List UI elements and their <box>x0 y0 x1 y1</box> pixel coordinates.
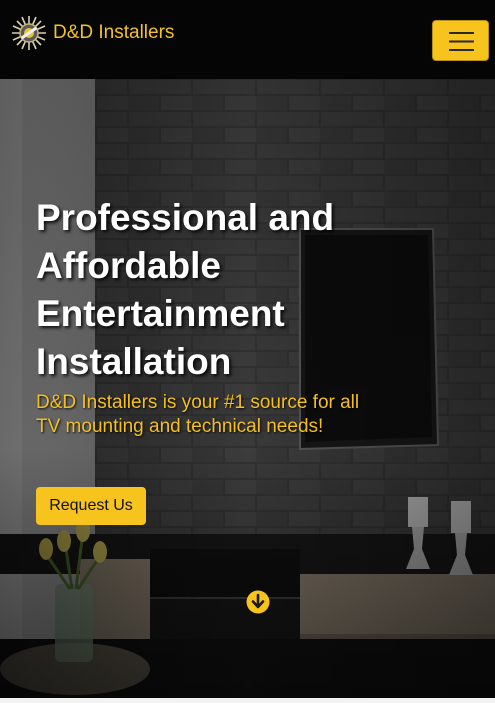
page-bottom-edge <box>0 698 495 703</box>
hero-section: Professional and Affordable Entertainmen… <box>0 79 495 698</box>
menu-toggle-button[interactable] <box>432 20 489 61</box>
brand-name: D&D Installers <box>53 22 175 43</box>
hero-subtitle: D&D Installers is your #1 source for all… <box>36 392 360 437</box>
brand[interactable]: D&D Installers <box>11 15 174 51</box>
hero-title: Professional and Affordable Entertainmen… <box>36 197 335 382</box>
arrow-down-circle-icon[interactable] <box>246 590 270 614</box>
hamburger-menu-icon <box>449 32 474 51</box>
tools-logo-icon <box>12 16 46 50</box>
request-us-button[interactable]: Request Us <box>36 487 146 525</box>
navbar: D&D Installers <box>0 0 495 79</box>
